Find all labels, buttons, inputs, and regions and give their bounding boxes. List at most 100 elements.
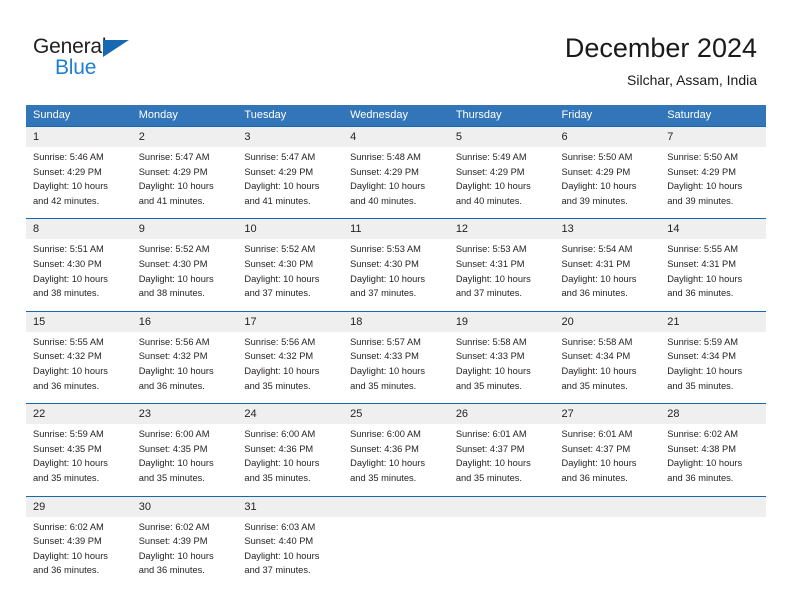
day-details: Sunrise: 5:55 AM Sunset: 4:32 PM Dayligh… (26, 332, 132, 403)
sunset-text: Sunset: 4:34 PM (667, 351, 736, 362)
day-cell[interactable]: 16 Sunrise: 5:56 AM Sunset: 4:32 PM Dayl… (131, 310, 238, 404)
daylight-text-line2: and 35 minutes. (561, 380, 628, 391)
sunrise-sunset-calendar: Sunday Monday Tuesday Wednesday Thursday… (26, 105, 766, 588)
sunrise-text: Sunrise: 5:51 AM (33, 244, 104, 255)
day-cell[interactable]: 22 Sunrise: 5:59 AM Sunset: 4:35 PM Dayl… (26, 403, 132, 496)
day-details: Sunrise: 5:58 AM Sunset: 4:33 PM Dayligh… (449, 332, 555, 403)
day-cell[interactable]: 28 Sunrise: 6:02 AM Sunset: 4:38 PM Dayl… (660, 403, 766, 496)
sunrise-text: Sunrise: 6:02 AM (138, 521, 210, 532)
day-cell[interactable]: 11 Sunrise: 5:53 AM Sunset: 4:30 PM Dayl… (343, 218, 449, 312)
day-cell[interactable]: 19 Sunrise: 5:58 AM Sunset: 4:33 PM Dayl… (448, 310, 555, 404)
day-details: Sunrise: 5:53 AM Sunset: 4:30 PM Dayligh… (343, 239, 449, 310)
sunset-text: Sunset: 4:31 PM (667, 258, 736, 269)
day-cell[interactable]: 17 Sunrise: 5:56 AM Sunset: 4:32 PM Dayl… (237, 310, 344, 404)
day-cell[interactable]: 26 Sunrise: 6:01 AM Sunset: 4:37 PM Dayl… (448, 403, 555, 496)
day-cell[interactable]: 7 Sunrise: 5:50 AM Sunset: 4:29 PM Dayli… (660, 125, 766, 219)
sunrise-text: Sunrise: 6:03 AM (244, 521, 316, 532)
day-cell[interactable]: 13 Sunrise: 5:54 AM Sunset: 4:31 PM Dayl… (554, 218, 661, 312)
day-number: 31 (237, 496, 344, 517)
daylight-text-line1: Daylight: 10 hours (455, 458, 531, 469)
day-number: 6 (554, 127, 661, 147)
day-details: Sunrise: 5:57 AM Sunset: 4:33 PM Dayligh… (343, 332, 449, 403)
calendar-week-row: 1 Sunrise: 5:46 AM Sunset: 4:29 PM Dayli… (26, 125, 766, 219)
sunrise-text: Sunrise: 5:48 AM (350, 152, 421, 162)
day-number: 30 (131, 496, 238, 517)
weekday-header-thursday: Thursday (448, 105, 555, 127)
day-cell[interactable]: 15 Sunrise: 5:55 AM Sunset: 4:32 PM Dayl… (26, 310, 132, 404)
daylight-text-line2: and 40 minutes. (455, 195, 522, 206)
calendar-week-row: 29 Sunrise: 6:02 AM Sunset: 4:39 PM Dayl… (26, 495, 766, 588)
day-cell-empty (343, 495, 449, 588)
day-cell[interactable]: 30 Sunrise: 6:02 AM Sunset: 4:39 PM Dayl… (131, 495, 238, 588)
day-cell[interactable]: 20 Sunrise: 5:58 AM Sunset: 4:34 PM Dayl… (554, 310, 661, 404)
day-number: 23 (131, 404, 238, 425)
daylight-text-line1: Daylight: 10 hours (561, 365, 637, 376)
day-cell[interactable]: 24 Sunrise: 6:00 AM Sunset: 4:36 PM Dayl… (237, 403, 344, 496)
day-cell[interactable]: 21 Sunrise: 5:59 AM Sunset: 4:34 PM Dayl… (660, 310, 766, 404)
weekday-header-tuesday: Tuesday (237, 105, 344, 127)
sunset-text: Sunset: 4:39 PM (33, 536, 102, 547)
daylight-text-line2: and 39 minutes. (561, 195, 628, 206)
daylight-text-line2: and 36 minutes. (561, 288, 628, 299)
daylight-text-line1: Daylight: 10 hours (244, 181, 320, 192)
day-cell[interactable]: 29 Sunrise: 6:02 AM Sunset: 4:39 PM Dayl… (26, 495, 132, 588)
daylight-text-line1: Daylight: 10 hours (138, 273, 214, 284)
day-cell[interactable]: 3 Sunrise: 5:47 AM Sunset: 4:29 PM Dayli… (237, 125, 344, 219)
day-details: Sunrise: 5:53 AM Sunset: 4:31 PM Dayligh… (449, 239, 555, 310)
daylight-text-line2: and 37 minutes. (350, 288, 417, 299)
daylight-text-line2: and 42 minutes. (33, 195, 100, 206)
sunset-text: Sunset: 4:29 PM (455, 166, 525, 177)
sunrise-text: Sunrise: 5:53 AM (455, 244, 527, 255)
daylight-text-line2: and 39 minutes. (667, 195, 734, 206)
sunset-text: Sunset: 4:31 PM (455, 258, 525, 269)
day-cell[interactable]: 18 Sunrise: 5:57 AM Sunset: 4:33 PM Dayl… (343, 310, 449, 404)
daylight-text-line2: and 37 minutes. (455, 288, 522, 299)
day-cell[interactable]: 4 Sunrise: 5:48 AM Sunset: 4:29 PM Dayli… (343, 125, 449, 219)
day-details: Sunrise: 6:03 AM Sunset: 4:40 PM Dayligh… (237, 517, 343, 588)
sunset-text: Sunset: 4:33 PM (350, 351, 419, 362)
sunset-text: Sunset: 4:30 PM (138, 258, 208, 269)
daylight-text-line2: and 35 minutes. (244, 380, 311, 391)
day-details (660, 517, 766, 575)
day-cell[interactable]: 23 Sunrise: 6:00 AM Sunset: 4:35 PM Dayl… (131, 403, 238, 496)
sunset-text: Sunset: 4:29 PM (138, 166, 208, 177)
sunset-text: Sunset: 4:29 PM (33, 166, 102, 177)
daylight-text-line1: Daylight: 10 hours (33, 273, 108, 284)
day-cell[interactable]: 9 Sunrise: 5:52 AM Sunset: 4:30 PM Dayli… (131, 218, 238, 312)
day-number: 20 (554, 311, 661, 332)
day-cell-empty (448, 495, 555, 588)
day-number: 7 (660, 127, 766, 147)
day-cell[interactable]: 10 Sunrise: 5:52 AM Sunset: 4:30 PM Dayl… (237, 218, 344, 312)
day-cell[interactable]: 31 Sunrise: 6:03 AM Sunset: 4:40 PM Dayl… (237, 495, 344, 588)
day-cell[interactable]: 12 Sunrise: 5:53 AM Sunset: 4:31 PM Dayl… (448, 218, 555, 312)
day-details: Sunrise: 5:48 AM Sunset: 4:29 PM Dayligh… (343, 147, 449, 218)
day-details: Sunrise: 6:01 AM Sunset: 4:37 PM Dayligh… (449, 424, 555, 495)
day-number: 17 (237, 311, 344, 332)
day-cell[interactable]: 27 Sunrise: 6:01 AM Sunset: 4:37 PM Dayl… (554, 403, 661, 496)
day-number: 27 (554, 404, 661, 425)
daylight-text-line2: and 38 minutes. (33, 288, 100, 299)
logo-text-general: General (33, 35, 107, 58)
day-number: 22 (26, 404, 132, 425)
logo-text-blue: Blue (55, 56, 97, 79)
logo-triangle-icon (103, 40, 129, 57)
sunset-text: Sunset: 4:35 PM (138, 443, 208, 454)
day-details (449, 517, 555, 575)
day-cell[interactable]: 1 Sunrise: 5:46 AM Sunset: 4:29 PM Dayli… (26, 125, 132, 219)
day-details: Sunrise: 5:56 AM Sunset: 4:32 PM Dayligh… (237, 332, 343, 403)
day-cell[interactable]: 8 Sunrise: 5:51 AM Sunset: 4:30 PM Dayli… (26, 218, 132, 312)
day-number: 26 (448, 404, 555, 425)
sunset-text: Sunset: 4:29 PM (350, 166, 419, 177)
day-cell[interactable]: 5 Sunrise: 5:49 AM Sunset: 4:29 PM Dayli… (448, 125, 555, 219)
sunset-text: Sunset: 4:32 PM (138, 351, 208, 362)
sunrise-text: Sunrise: 5:56 AM (138, 336, 210, 347)
sunrise-text: Sunrise: 5:55 AM (33, 336, 104, 347)
day-cell[interactable]: 2 Sunrise: 5:47 AM Sunset: 4:29 PM Dayli… (131, 125, 238, 219)
sunset-text: Sunset: 4:30 PM (33, 258, 102, 269)
sunrise-text: Sunrise: 5:53 AM (350, 244, 421, 255)
day-cell[interactable]: 6 Sunrise: 5:50 AM Sunset: 4:29 PM Dayli… (554, 125, 661, 219)
weekday-header-row: Sunday Monday Tuesday Wednesday Thursday… (26, 105, 766, 127)
day-cell[interactable]: 25 Sunrise: 6:00 AM Sunset: 4:36 PM Dayl… (343, 403, 449, 496)
day-details: Sunrise: 6:01 AM Sunset: 4:37 PM Dayligh… (555, 424, 661, 495)
day-cell[interactable]: 14 Sunrise: 5:55 AM Sunset: 4:31 PM Dayl… (660, 218, 766, 312)
